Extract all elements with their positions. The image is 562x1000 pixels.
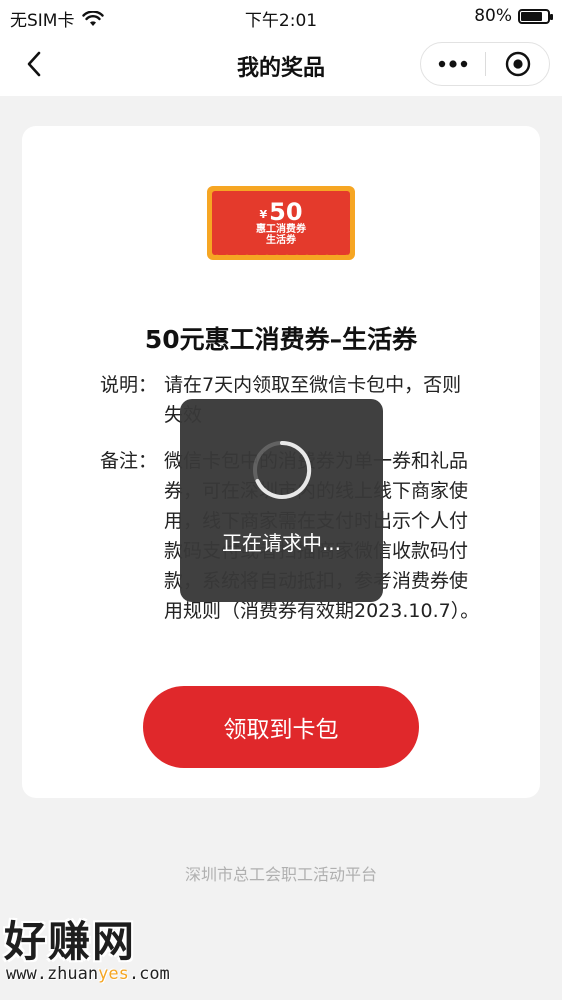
remark-label: 备注： — [100, 450, 158, 472]
coupon-line2: 生活券 — [266, 235, 296, 246]
more-button[interactable] — [421, 43, 485, 85]
watermark-url-prefix: www.zhuan — [6, 964, 99, 984]
watermark-url: www.zhuanyes.com — [6, 964, 170, 984]
coupon-image: ¥ 50 惠工消费券 生活券 — [207, 186, 355, 260]
battery-icon — [518, 8, 553, 24]
coupon-face: ¥ 50 惠工消费券 生活券 — [212, 191, 350, 255]
watermark: 好赚网 www.zhuanyes.com — [0, 908, 200, 988]
footer-text: 深圳市总工会职工活动平台 — [184, 865, 377, 884]
mini-program-close-icon — [505, 51, 530, 77]
watermark-url-accent: yes — [98, 964, 129, 984]
back-button[interactable] — [18, 48, 50, 80]
coupon-scallop-edge — [212, 251, 350, 255]
description-label: 说明： — [100, 374, 158, 396]
watermark-title: 好赚网 — [4, 917, 137, 966]
chevron-left-icon — [27, 51, 41, 77]
spinner-icon — [252, 440, 311, 499]
coupon-currency: ¥ — [259, 207, 268, 221]
claim-to-card-wallet-button[interactable]: 领取到卡包 — [143, 686, 419, 768]
status-right: 80% — [474, 6, 553, 26]
mini-program-capsule — [420, 42, 550, 86]
prize-title: 50元惠工消费券–生活券 — [144, 325, 418, 354]
close-mini-program-button[interactable] — [486, 43, 549, 85]
coupon-line1: 惠工消费券 — [256, 223, 306, 235]
coupon-value: 50 — [269, 197, 303, 226]
nav-bar: 我的奖品 — [0, 34, 562, 96]
battery-percent: 80% — [474, 6, 512, 26]
battery-cap — [550, 13, 553, 20]
loading-toast: 正在请求中... — [180, 399, 383, 602]
loading-text: 正在请求中... — [221, 531, 342, 555]
status-bar: 无SIM卡 下午2:01 80% — [0, 0, 562, 34]
battery-level — [521, 11, 542, 21]
more-dots-icon — [438, 60, 468, 68]
coupon-amount: ¥ 50 — [259, 200, 302, 224]
watermark-url-suffix: .com — [128, 964, 170, 984]
